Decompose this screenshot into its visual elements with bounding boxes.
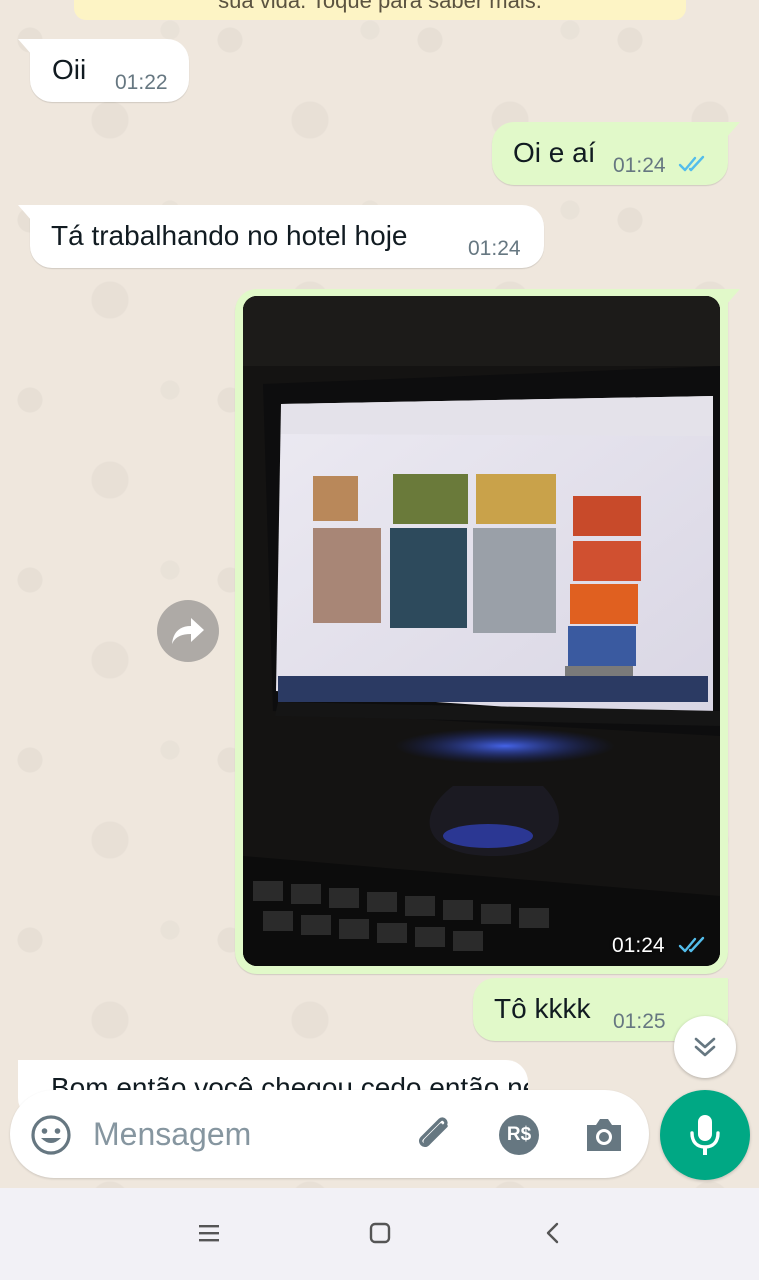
message-outgoing[interactable]: Oi e aí 01:24: [492, 122, 740, 185]
encryption-banner[interactable]: sua vida. Toque para saber mais.: [74, 0, 686, 20]
message-text: Tá trabalhando no hotel hoje: [51, 220, 408, 251]
read-ticks-icon: [678, 936, 705, 953]
recent-apps-icon: [199, 1225, 219, 1242]
forward-icon: [172, 618, 204, 644]
message-time: 01:24: [613, 154, 666, 177]
camera-icon: [587, 1119, 621, 1151]
message-incoming[interactable]: Tá trabalhando no hotel hoje 01:24: [18, 205, 544, 268]
forward-button[interactable]: [157, 600, 219, 662]
photo-image: [243, 296, 720, 966]
message-time: 01:25: [613, 1010, 666, 1033]
message-text: Tô kkkk: [494, 993, 591, 1024]
message-text: Oi e aí: [513, 137, 596, 168]
back-icon: [546, 1222, 559, 1244]
emoji-icon: [31, 1115, 71, 1155]
image-time: 01:24: [612, 934, 665, 957]
mic-icon: [690, 1115, 720, 1155]
message-input[interactable]: Mensagem: [93, 1116, 251, 1153]
payment-button[interactable]: R$: [499, 1115, 539, 1155]
message-text: Oii: [52, 54, 87, 85]
message-composer[interactable]: Mensagem R$: [10, 1090, 649, 1178]
message-time: 01:24: [468, 237, 521, 260]
home-icon: [369, 1222, 391, 1244]
camera-button[interactable]: [582, 1114, 626, 1156]
message-time: 01:22: [115, 71, 168, 94]
encryption-banner-text: sua vida. Toque para saber mais.: [218, 0, 542, 13]
scroll-to-bottom-button[interactable]: [674, 1016, 736, 1078]
message-incoming[interactable]: Oii 01:22: [18, 39, 189, 102]
voice-message-button[interactable]: [660, 1090, 750, 1180]
back-button[interactable]: [528, 1208, 578, 1258]
chevrons-down-icon: [694, 1037, 716, 1057]
recent-apps-button[interactable]: [184, 1208, 234, 1258]
read-ticks-icon: [678, 155, 705, 172]
system-nav-bar: [0, 1188, 759, 1280]
emoji-button[interactable]: [28, 1112, 74, 1158]
payment-icon: R$: [506, 1124, 532, 1145]
photo-computer-screen[interactable]: [243, 296, 720, 966]
attach-icon: [419, 1117, 448, 1147]
home-button[interactable]: [355, 1208, 405, 1258]
attach-button[interactable]: [410, 1112, 460, 1158]
